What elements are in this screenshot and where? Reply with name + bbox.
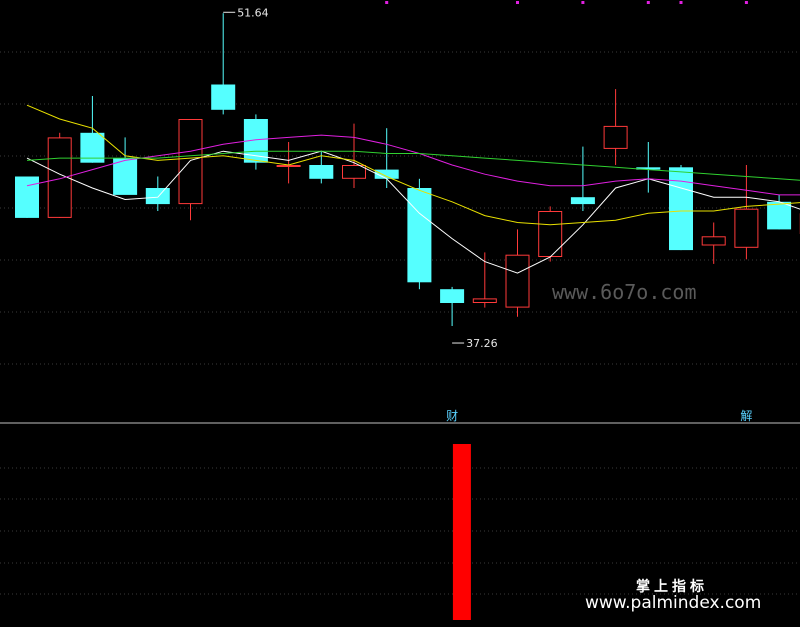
candle-body-down — [440, 289, 465, 303]
candle-body-up — [505, 254, 530, 308]
indicator-bar — [452, 444, 471, 620]
candle-body-up — [734, 208, 759, 248]
candle — [669, 165, 693, 251]
candle — [407, 178, 432, 290]
candle-body-up — [178, 119, 203, 205]
top-marker — [679, 1, 683, 4]
candle-body-down — [767, 201, 792, 230]
candle-body-down — [15, 176, 39, 218]
candle-body-up — [472, 298, 497, 303]
candle — [47, 132, 72, 218]
candle-body-down — [211, 84, 236, 110]
annotation-label: 37.26 — [466, 337, 498, 350]
candle-body-down — [669, 167, 693, 251]
annotation-label: 51.64 — [237, 6, 269, 19]
top-marker — [385, 1, 389, 4]
candle-body-down — [309, 165, 334, 179]
candle-body-down — [145, 188, 170, 205]
event-tag: 解 — [740, 409, 752, 423]
top-marker — [646, 1, 650, 4]
top-marker — [581, 1, 585, 4]
candle-body-up — [342, 165, 366, 179]
candle-body-down — [407, 188, 432, 283]
watermark-text: www.6o7o.com — [552, 280, 697, 304]
stock-chart: www.6o7o.com 51.6437.26 财解 掌上指标 www.palm… — [0, 0, 800, 627]
candle-body-down — [113, 158, 138, 195]
top-marker — [516, 1, 519, 4]
candle-body-up — [701, 236, 726, 246]
candle-body-up — [603, 125, 628, 149]
brand-url: www.palmindex.com — [585, 593, 761, 613]
indicator-bars — [452, 444, 471, 620]
top-marker — [744, 1, 748, 4]
candle — [15, 176, 39, 218]
chart-background — [0, 0, 800, 627]
candle — [538, 206, 563, 262]
event-tag: 财 — [446, 409, 458, 423]
candle-body-down — [570, 197, 595, 205]
candle-body-up — [276, 165, 301, 167]
